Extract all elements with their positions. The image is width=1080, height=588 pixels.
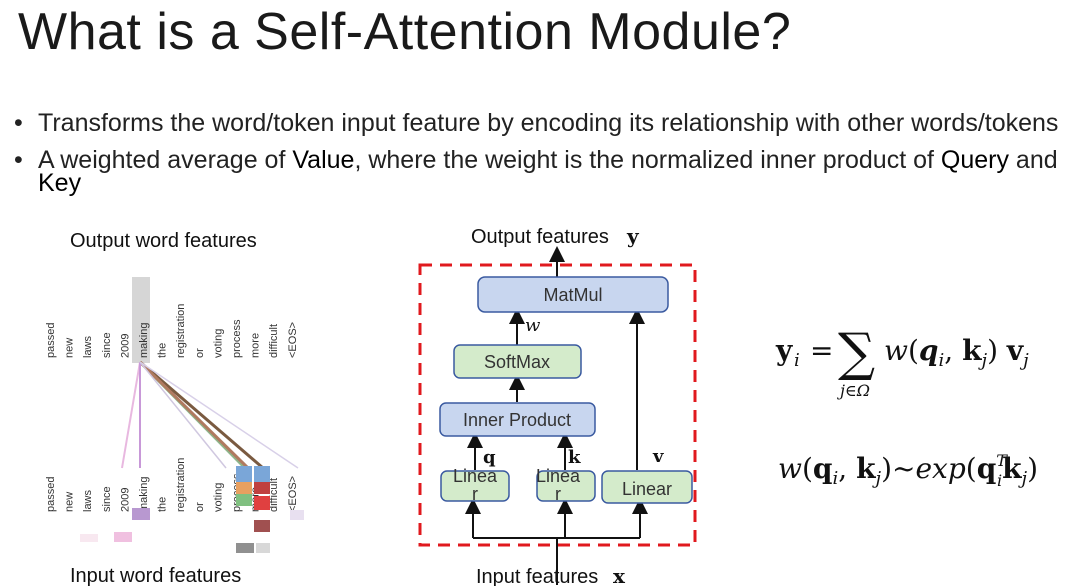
token-label: laws	[82, 335, 94, 358]
linear-q-wrap: r	[472, 484, 478, 504]
linear-k-label: Linea	[536, 466, 581, 486]
inner-product-label: Inner Product	[463, 410, 571, 430]
eq2-text: w(qi, kj)~exp(qT ikj)	[778, 451, 1038, 490]
input-symbol: x	[613, 564, 626, 586]
token-label: laws	[82, 489, 94, 512]
attention-cell	[290, 510, 304, 520]
attention-cell	[254, 482, 270, 494]
token-label: 2009	[119, 334, 131, 358]
attention-line	[138, 360, 250, 470]
attention-lines	[121, 360, 299, 470]
v-label: v	[652, 446, 664, 467]
token-label: making	[138, 477, 150, 512]
equation-2: w(qi, kj)~exp(qT ikj)	[778, 451, 1038, 490]
eq1-y: y	[775, 334, 793, 367]
token-label: or	[194, 502, 206, 512]
eq1-sum: ∑	[838, 323, 875, 383]
attention-cell	[236, 494, 252, 506]
linear-v-label: Linear	[622, 479, 672, 499]
attention-line	[139, 360, 264, 470]
attention-cell	[236, 482, 252, 494]
attention-cell	[114, 532, 132, 542]
attention-line	[121, 361, 141, 469]
top-token-row: passed new laws since 2009 making the registrat…	[45, 304, 299, 358]
token-label: passed	[45, 323, 57, 358]
attention-cell	[80, 534, 98, 542]
linear-q-label: Linea	[453, 466, 498, 486]
attention-cell	[254, 520, 270, 532]
token-label: voting	[212, 329, 224, 358]
output-symbol: y	[626, 224, 640, 248]
eq1-sum-sub: j∈Ω	[837, 381, 870, 400]
equation-1: y i = ∑ j∈Ω w(qi, kj) vj	[775, 323, 1029, 400]
token-label: more	[250, 333, 262, 358]
eq1-y-sub: i	[794, 350, 800, 371]
token-label: the	[157, 343, 169, 358]
token-label: <EOS>	[287, 322, 299, 358]
attention-cell	[236, 543, 254, 553]
token-label: <EOS>	[287, 476, 299, 512]
linear-k-wrap: r	[555, 484, 561, 504]
input-features-label: Input features	[476, 566, 598, 586]
token-label: new	[64, 492, 76, 512]
token-label: or	[194, 348, 206, 358]
token-label: new	[64, 338, 76, 358]
eq1-rhs: w(qi, kj) vj	[884, 334, 1029, 371]
attention-cell	[254, 466, 270, 482]
token-label: voting	[212, 483, 224, 512]
attention-line	[139, 361, 299, 469]
matmul-label: MatMul	[543, 285, 602, 305]
token-label: registration	[175, 458, 187, 512]
token-label: since	[101, 332, 113, 358]
attention-cell	[132, 508, 150, 520]
softmax-label: SoftMax	[484, 352, 550, 372]
token-label: passed	[45, 477, 57, 512]
attention-cell	[256, 543, 270, 553]
attention-line	[139, 361, 227, 469]
output-features-label: Output features	[471, 226, 609, 248]
q-label: q	[483, 447, 496, 468]
attention-cell	[254, 496, 270, 510]
attention-visualization: passed new laws since 2009 making the registrat…	[45, 224, 1038, 586]
token-label: the	[157, 497, 169, 512]
k-label: k	[568, 447, 581, 468]
token-label: since	[101, 486, 113, 512]
token-label: making	[138, 323, 150, 358]
eq1-equals: =	[810, 334, 833, 367]
token-label: registration	[175, 304, 187, 358]
token-label: process	[231, 319, 243, 358]
attention-cell	[236, 466, 252, 482]
token-label: 2009	[119, 488, 131, 512]
token-label: difficult	[268, 324, 280, 358]
w-label: w	[525, 315, 541, 336]
